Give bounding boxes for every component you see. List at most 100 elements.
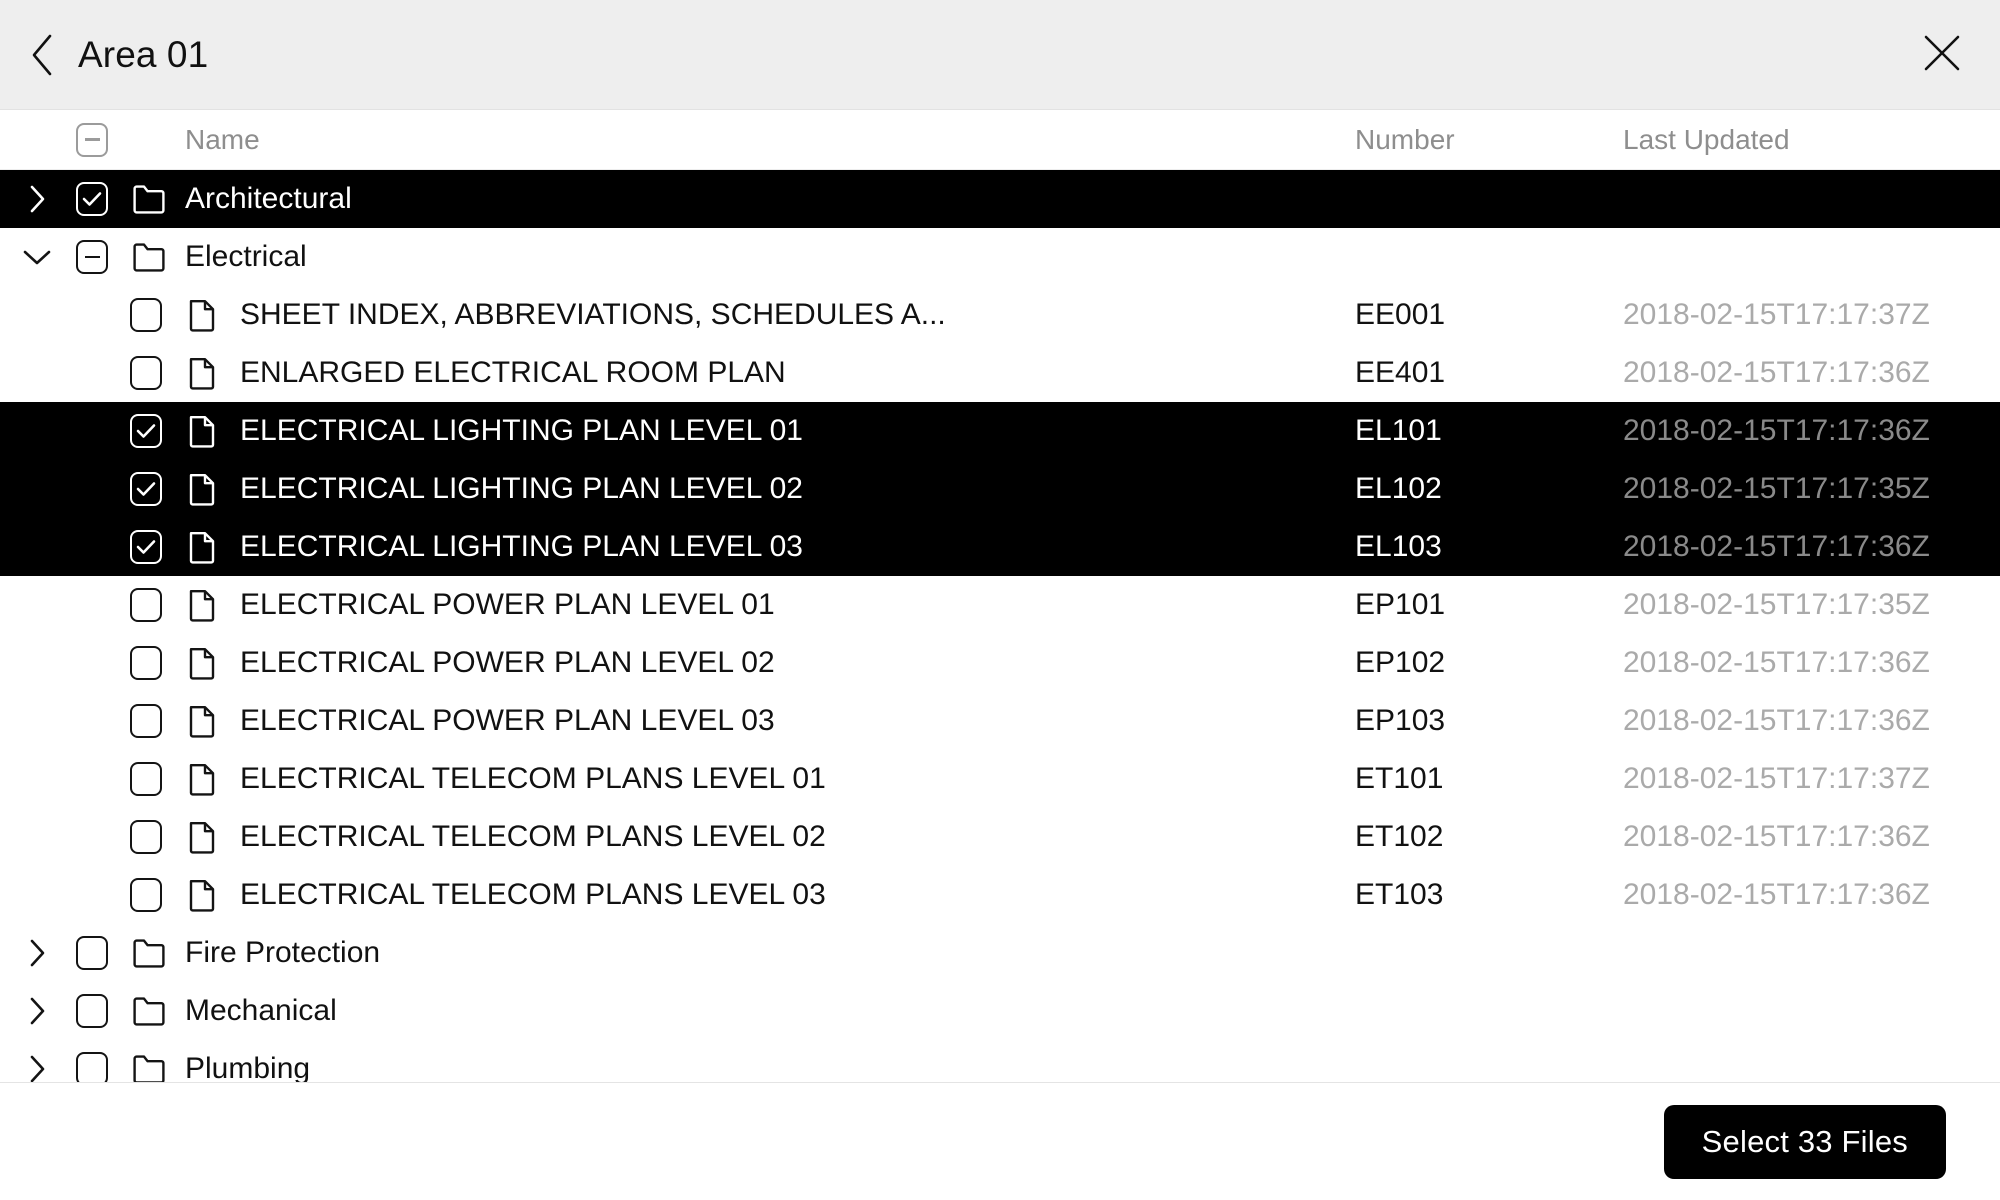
column-header-last-updated[interactable]: Last Updated [1623, 124, 1790, 156]
document-icon [188, 704, 216, 738]
file-row[interactable]: SHEET INDEX, ABBREVIATIONS, SCHEDULES A.… [0, 286, 2000, 344]
document-icon [188, 298, 216, 332]
row-name: ELECTRICAL TELECOM PLANS LEVEL 02 [240, 820, 826, 853]
folder-row[interactable]: Mechanical [0, 982, 2000, 1040]
folder-row[interactable]: Fire Protection [0, 924, 2000, 982]
row-name: Plumbing [185, 1052, 311, 1083]
dialog-footer: Select 33 Files [0, 1083, 2000, 1200]
row-last-updated: 2018-02-15T17:17:36Z [1623, 646, 1930, 679]
file-list-scroll-area[interactable]: Architectural Electrical SHEET INDEX, ABBR… [0, 170, 2000, 1083]
row-number: EE401 [1355, 356, 1446, 389]
document-icon [188, 878, 216, 912]
row-checkbox-unchecked[interactable] [130, 704, 162, 738]
row-name: ELECTRICAL LIGHTING PLAN LEVEL 01 [240, 414, 803, 447]
row-number: EE001 [1355, 298, 1446, 331]
folder-icon [132, 996, 166, 1026]
column-header-name[interactable]: Name [185, 124, 260, 156]
row-checkbox-checked[interactable] [76, 182, 108, 216]
file-row[interactable]: ELECTRICAL POWER PLAN LEVEL 02 EP102 2018-… [0, 634, 2000, 692]
folder-icon [132, 1054, 166, 1082]
file-list: Architectural Electrical SHEET INDEX, ABBR… [0, 170, 2000, 1083]
row-checkbox-unchecked[interactable] [76, 936, 108, 970]
document-icon [188, 820, 216, 854]
file-row[interactable]: ELECTRICAL LIGHTING PLAN LEVEL 02 EL102 20… [0, 460, 2000, 518]
file-row[interactable]: ENLARGED ELECTRICAL ROOM PLAN EE401 2018-0… [0, 344, 2000, 402]
folder-row[interactable]: Plumbing [0, 1040, 2000, 1083]
chevron-right-icon[interactable] [22, 1054, 52, 1082]
select-all-checkbox[interactable] [76, 122, 108, 157]
row-checkbox-unchecked[interactable] [130, 588, 162, 622]
chevron-right-icon[interactable] [22, 184, 52, 214]
row-name: ENLARGED ELECTRICAL ROOM PLAN [240, 356, 786, 389]
row-name: Mechanical [185, 994, 337, 1027]
indeterminate-dash-icon [84, 138, 100, 141]
row-number: ET102 [1355, 820, 1444, 853]
row-name: ELECTRICAL TELECOM PLANS LEVEL 01 [240, 762, 826, 795]
document-icon [188, 356, 216, 390]
row-checkbox-unchecked[interactable] [130, 878, 162, 912]
close-button[interactable] [1914, 27, 1970, 83]
row-name: ELECTRICAL TELECOM PLANS LEVEL 03 [240, 878, 826, 911]
file-row[interactable]: ELECTRICAL LIGHTING PLAN LEVEL 03 EL103 20… [0, 518, 2000, 576]
row-last-updated: 2018-02-15T17:17:36Z [1623, 820, 1930, 853]
row-last-updated: 2018-02-15T17:17:37Z [1623, 762, 1930, 795]
file-row[interactable]: ELECTRICAL TELECOM PLANS LEVEL 01 ET101 20… [0, 750, 2000, 808]
column-header-row: Name Number Last Updated [0, 110, 2000, 170]
row-name: Fire Protection [185, 936, 381, 969]
row-checkbox-unchecked[interactable] [130, 356, 162, 390]
folder-icon [132, 938, 166, 968]
row-checkbox-unchecked[interactable] [130, 298, 162, 332]
select-files-button[interactable]: Select 33 Files [1663, 1104, 1946, 1179]
row-checkbox-checked[interactable] [130, 530, 162, 564]
row-name: ELECTRICAL POWER PLAN LEVEL 01 [240, 588, 775, 621]
row-checkbox-unchecked[interactable] [130, 820, 162, 854]
document-icon [188, 472, 216, 506]
row-name: ELECTRICAL LIGHTING PLAN LEVEL 02 [240, 472, 803, 505]
row-last-updated: 2018-02-15T17:17:36Z [1623, 704, 1930, 737]
row-name: Architectural [185, 182, 352, 215]
row-name: Electrical [185, 240, 307, 273]
row-number: EL101 [1355, 414, 1442, 447]
chevron-right-icon[interactable] [22, 938, 52, 968]
chevron-down-icon[interactable] [22, 242, 52, 272]
row-last-updated: 2018-02-15T17:17:36Z [1623, 878, 1930, 911]
row-number: EP102 [1355, 646, 1446, 679]
page-title: Area 01 [78, 33, 209, 75]
row-name: ELECTRICAL LIGHTING PLAN LEVEL 03 [240, 530, 803, 563]
back-button[interactable] [14, 27, 70, 83]
chevron-left-icon [29, 33, 55, 77]
row-name: ELECTRICAL POWER PLAN LEVEL 02 [240, 646, 775, 679]
row-number: EL102 [1355, 472, 1442, 505]
file-row[interactable]: ELECTRICAL POWER PLAN LEVEL 01 EP101 2018-… [0, 576, 2000, 634]
row-checkbox-unchecked[interactable] [76, 994, 108, 1028]
row-number: ET101 [1355, 762, 1444, 795]
document-icon [188, 530, 216, 564]
chevron-right-icon[interactable] [22, 996, 52, 1026]
row-last-updated: 2018-02-15T17:17:36Z [1623, 414, 1930, 447]
folder-icon [132, 184, 166, 214]
row-number: EP103 [1355, 704, 1446, 737]
dialog-titlebar: Area 01 [0, 0, 2000, 110]
row-checkbox-unchecked[interactable] [76, 1052, 108, 1082]
file-row[interactable]: ELECTRICAL POWER PLAN LEVEL 03 EP103 2018-… [0, 692, 2000, 750]
folder-row[interactable]: Architectural [0, 170, 2000, 228]
row-last-updated: 2018-02-15T17:17:36Z [1623, 530, 1930, 563]
row-number: EP101 [1355, 588, 1446, 621]
row-checkbox-checked[interactable] [130, 414, 162, 448]
document-icon [188, 414, 216, 448]
folder-icon [132, 242, 166, 272]
row-last-updated: 2018-02-15T17:17:35Z [1623, 472, 1930, 505]
row-number: ET103 [1355, 878, 1444, 911]
file-row[interactable]: ELECTRICAL LIGHTING PLAN LEVEL 01 EL101 20… [0, 402, 2000, 460]
column-header-number[interactable]: Number [1355, 124, 1455, 156]
row-checkbox-checked[interactable] [130, 472, 162, 506]
file-picker-dialog: Area 01 Name Number Last Updated Archite… [0, 0, 2000, 1200]
file-row[interactable]: ELECTRICAL TELECOM PLANS LEVEL 03 ET103 20… [0, 866, 2000, 924]
row-checkbox-indeterminate[interactable] [76, 240, 108, 274]
document-icon [188, 646, 216, 680]
row-checkbox-unchecked[interactable] [130, 646, 162, 680]
folder-row[interactable]: Electrical [0, 228, 2000, 286]
row-last-updated: 2018-02-15T17:17:37Z [1623, 298, 1930, 331]
file-row[interactable]: ELECTRICAL TELECOM PLANS LEVEL 02 ET102 20… [0, 808, 2000, 866]
row-checkbox-unchecked[interactable] [130, 762, 162, 796]
